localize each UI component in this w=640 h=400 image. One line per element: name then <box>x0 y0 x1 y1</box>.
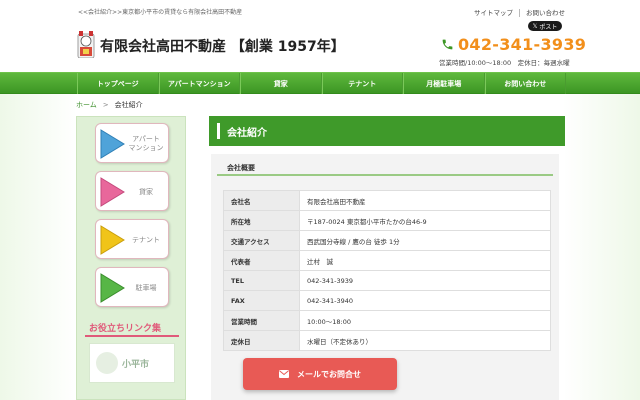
breadcrumb-current: 会社紹介 <box>114 101 143 109</box>
title-accent-bar <box>217 123 220 139</box>
table-row-value: 〒187-0024 東京都小平市たかの台46-9 <box>299 210 551 231</box>
table-row-key: 営業時間 <box>223 310 300 331</box>
mail-contact-label: メールでお問合せ <box>297 369 361 379</box>
kodaira-city-banner[interactable]: 小平市 <box>89 343 175 383</box>
table-row: 交通アクセス 西武国分寺線 / 鷹の台 徒歩 1分 <box>223 230 551 251</box>
sidebar-button-label: テナント <box>132 235 160 244</box>
table-row: TEL 042-341-3939 <box>223 270 551 291</box>
site-title[interactable]: 有限会社高田不動産 【創業 1957年】 <box>100 36 345 56</box>
breadcrumb: ホーム > 会社紹介 <box>76 100 143 110</box>
contact-link[interactable]: お問い合わせ <box>526 9 565 17</box>
header-tagline: <<会社紹介>>東京都小平市の賃貸なら有限会社高田不動産 <box>78 9 243 16</box>
main-nav: トップページ アパートマンション 貸家 テナント 月極駐車場 お問い合わせ <box>0 72 640 95</box>
top-links-divider <box>519 9 520 17</box>
nav-item-parking[interactable]: 月極駐車場 <box>403 73 485 95</box>
city-emblem-icon <box>96 352 118 374</box>
play-arrow-icon <box>100 177 125 207</box>
table-row: 営業時間 10:00～18:00 <box>223 310 551 331</box>
sidebar-button-apartment[interactable]: アパート マンション <box>95 123 169 163</box>
sidebar: アパート マンション 貸家 テナント 駐車場 お役立ちリンク集 小平市 <box>76 116 186 400</box>
phone-icon <box>442 39 453 50</box>
play-arrow-icon <box>100 129 125 159</box>
sidebar-button-label: 駐車場 <box>135 283 157 292</box>
business-hours: 営業時間/10:00～18:00 定休日：毎週水曜 <box>439 59 570 67</box>
play-arrow-icon <box>100 273 125 303</box>
table-row-key: 会社名 <box>223 190 300 211</box>
nav-item-tenant[interactable]: テナント <box>321 73 403 95</box>
table-row-key: 交通アクセス <box>223 230 300 251</box>
nav-item-house[interactable]: 貸家 <box>240 73 322 95</box>
table-row-key: TEL <box>223 270 300 291</box>
phone-block[interactable]: 042-341-3939 <box>441 35 586 54</box>
breadcrumb-home[interactable]: ホーム <box>76 101 97 109</box>
company-info-table: 会社名 有限会社高田不動産 所在地 〒187-0024 東京都小平市たかの台46-9 交… <box>223 190 551 351</box>
nav-item-top[interactable]: トップページ <box>77 73 159 95</box>
nav-item-apartment[interactable]: アパートマンション <box>158 73 240 95</box>
top-links: サイトマップ お問い合わせ <box>474 7 565 17</box>
table-row: 所在地 〒187-0024 東京都小平市たかの台46-9 <box>223 210 551 231</box>
table-row-key: 定休日 <box>223 330 300 351</box>
sidebar-button-label: アパート マンション <box>128 135 164 152</box>
sidebar-button-house[interactable]: 貸家 <box>95 171 169 211</box>
x-post-label: ポスト <box>539 23 558 31</box>
x-post-button[interactable]: 𝕏 ポスト <box>528 21 562 31</box>
table-row-value: 水曜日（不定休あり） <box>299 330 551 351</box>
table-row: FAX 042-341-3940 <box>223 290 551 311</box>
phone-number[interactable]: 042-341-3939 <box>458 35 586 54</box>
table-row: 代表者 辻村 誠 <box>223 250 551 271</box>
section-title: 会社概要 <box>227 164 255 172</box>
banner-text: 小平市 <box>122 359 150 370</box>
sidebar-button-tenant[interactable]: テナント <box>95 219 169 259</box>
section-heading: 会社概要 <box>217 160 553 176</box>
play-arrow-icon <box>100 225 125 255</box>
page-title-bar: 会社紹介 <box>205 116 565 146</box>
table-row-key: FAX <box>223 290 300 311</box>
sidebar-button-label: 貸家 <box>139 187 153 196</box>
breadcrumb-separator: > <box>102 101 109 109</box>
table-row-key: 代表者 <box>223 250 300 271</box>
table-row-value: 042-341-3939 <box>299 270 551 291</box>
envelope-icon <box>279 370 289 378</box>
table-row: 会社名 有限会社高田不動産 <box>223 190 551 211</box>
table-row-value: 西武国分寺線 / 鷹の台 徒歩 1分 <box>299 230 551 251</box>
table-row: 定休日 水曜日（不定休あり） <box>223 330 551 351</box>
x-logo-icon: 𝕏 <box>532 22 538 30</box>
useful-links-title: お役立ちリンク集 <box>89 324 162 334</box>
table-row-key: 所在地 <box>223 210 300 231</box>
table-row-value: 10:00～18:00 <box>299 310 551 331</box>
table-row-value: 042-341-3940 <box>299 290 551 311</box>
sitemap-link[interactable]: サイトマップ <box>474 9 513 17</box>
nav-item-contact[interactable]: お問い合わせ <box>484 73 566 95</box>
sidebar-button-parking[interactable]: 駐車場 <box>95 267 169 307</box>
table-row-value: 有限会社高田不動産 <box>299 190 551 211</box>
site-header: <<会社紹介>>東京都小平市の賃貸なら有限会社高田不動産 有限会社高田不動産 【… <box>0 0 640 72</box>
mail-contact-button[interactable]: メールでお問合せ <box>243 358 397 390</box>
page-title: 会社紹介 <box>227 128 267 139</box>
table-row-value: 辻村 誠 <box>299 250 551 271</box>
useful-links-divider <box>85 335 179 337</box>
maneki-neko-logo-icon[interactable] <box>77 30 95 58</box>
